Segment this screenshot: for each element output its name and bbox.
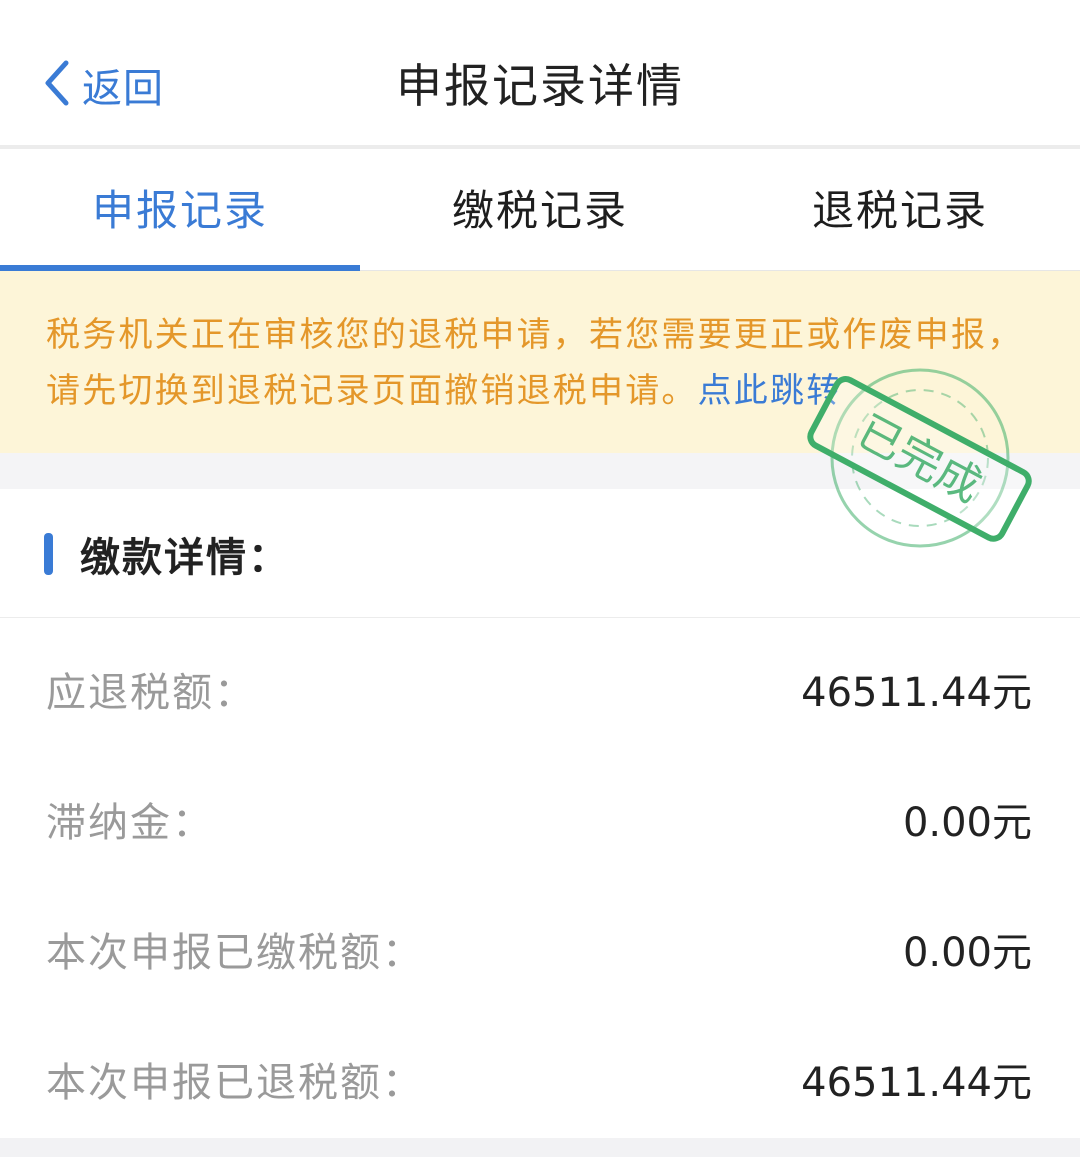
bottom-gap	[0, 1138, 1080, 1157]
tab-payment-records[interactable]: 缴税记录	[360, 149, 720, 270]
row-label: 滞纳金：	[46, 800, 214, 846]
detail-row-refunded-tax: 本次申报已退税额： 46511.44元	[0, 1010, 1080, 1140]
row-label: 本次申报已缴税额：	[46, 930, 424, 976]
row-value: 0.00元	[902, 800, 1032, 846]
detail-row-late-fee: 滞纳金： 0.00元	[0, 750, 1080, 880]
notice-banner: 税务机关正在审核您的退税申请，若您需要更正或作废申报，请先切换到退税记录页面撤销…	[0, 271, 1080, 453]
navbar: 返回 申报记录详情	[0, 0, 1080, 145]
tab-declaration-records[interactable]: 申报记录	[0, 149, 360, 271]
notice-text: 税务机关正在审核您的退税申请，若您需要更正或作废申报，请先切换到退税记录页面撤销…	[46, 307, 1036, 419]
notice-message: 税务机关正在审核您的退税申请，若您需要更正或作废申报，请先切换到退税记录页面撤销…	[46, 315, 1024, 411]
detail-row-paid-tax: 本次申报已缴税额： 0.00元	[0, 880, 1080, 1010]
row-label: 应退税额：	[46, 670, 256, 716]
row-value: 46511.44元	[801, 1060, 1032, 1106]
tab-label: 申报记录	[91, 186, 268, 235]
tab-bar: 申报记录 缴税记录 退税记录	[0, 149, 1080, 271]
page-title: 申报记录详情	[396, 59, 684, 113]
section-title: 缴款详情：	[80, 535, 290, 581]
tab-label: 缴税记录	[451, 186, 628, 235]
payment-details-header: 缴款详情：	[0, 489, 1080, 618]
tab-refund-records[interactable]: 退税记录	[720, 149, 1080, 270]
section-gap	[0, 453, 1080, 489]
row-label: 本次申报已退税额：	[46, 1060, 424, 1106]
detail-row-refund-due: 应退税额： 46511.44元	[0, 620, 1080, 750]
tab-label: 退税记录	[811, 186, 988, 235]
jump-link[interactable]: 点此跳转	[698, 371, 843, 411]
section-accent-bar	[44, 533, 53, 575]
row-value: 0.00元	[902, 930, 1032, 976]
row-value: 46511.44元	[801, 670, 1032, 716]
